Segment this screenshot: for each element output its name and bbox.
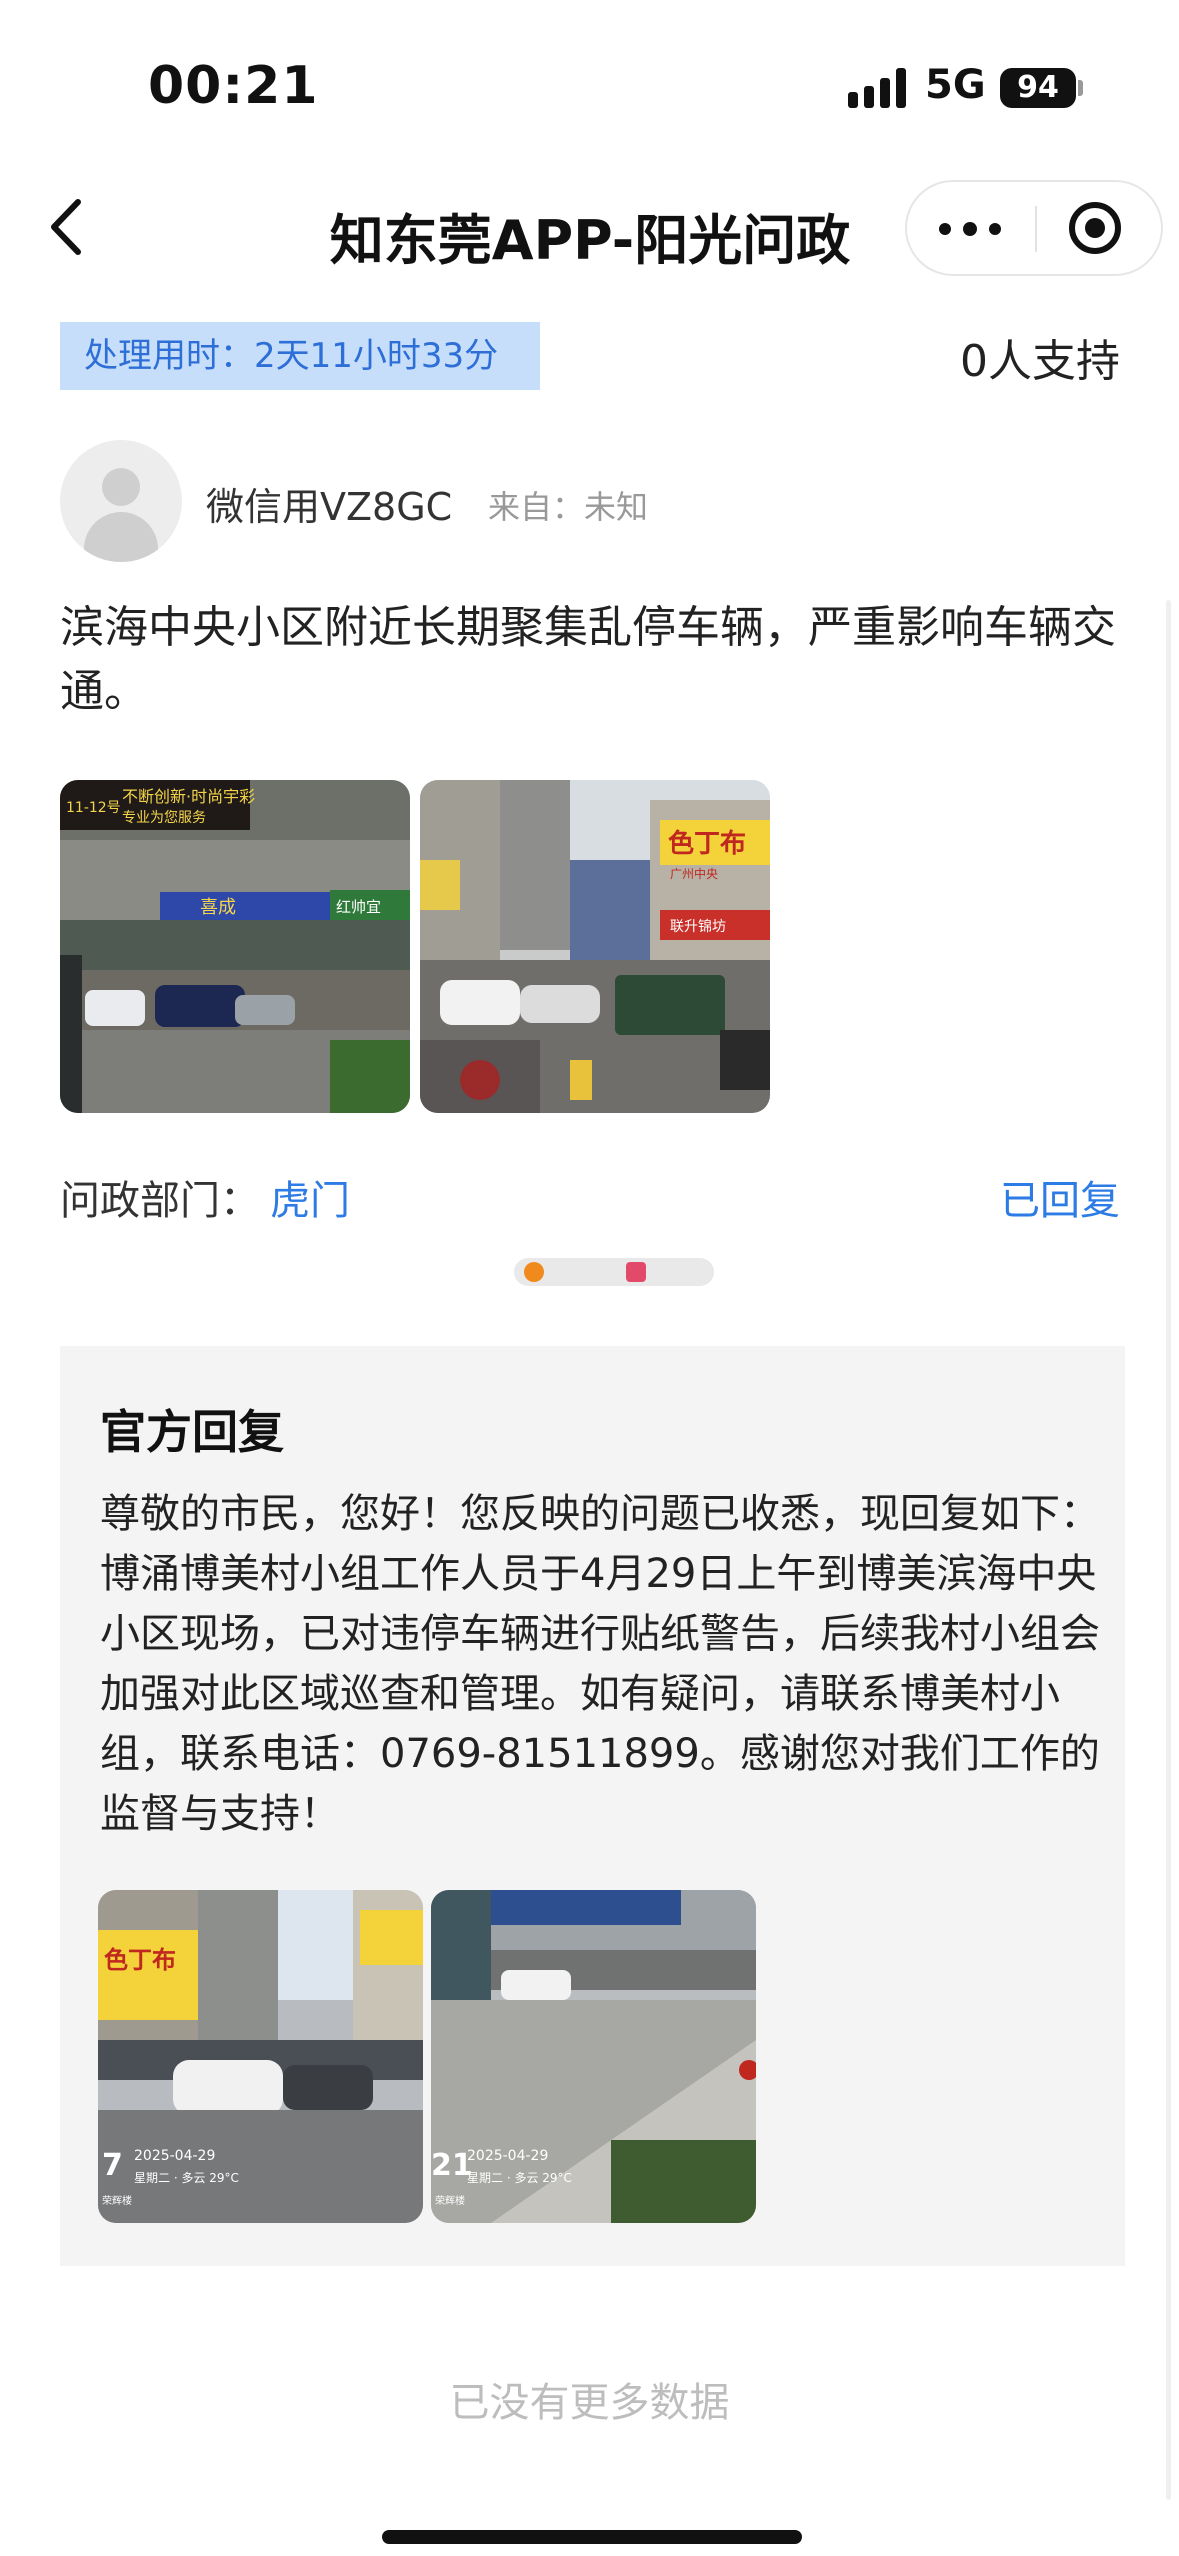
home-indicator[interactable] [382,2530,802,2544]
chevron-left-icon [51,199,81,255]
reply-photo[interactable]: 21 2025-04-29 星期二 · 多云 29°C 荣辉楼 [431,1890,756,2223]
svg-text:红帅宜: 红帅宜 [336,898,381,916]
avatar [60,440,182,562]
post-photo[interactable]: 色丁布 广州中央 联升锦坊 [420,780,770,1113]
svg-text:荣辉楼: 荣辉楼 [102,2194,132,2207]
app-logo-icon [626,1262,646,1282]
reply-text: 尊敬的市民，您好！您反映的问题已收悉，现回复如下：博涌博美村小组工作人员于4月2… [100,1491,1100,1837]
battery-tip [1078,80,1083,96]
process-time-tag: 处理用时：2天11小时33分 [60,322,540,390]
more-button[interactable] [907,182,1035,274]
miniprogram-capsule [905,180,1163,276]
svg-text:色丁布: 色丁布 [668,828,746,859]
svg-text:星期二 · 多云 29°C: 星期二 · 多云 29°C [134,2171,239,2185]
scrollbar[interactable] [1166,600,1171,2500]
svg-text:2025-04-29: 2025-04-29 [467,2148,548,2164]
user-name: 微信用VZ8GC [206,485,453,529]
department-label: 问政部门： [60,1178,260,1224]
official-reply: 官方回复 尊敬的市民，您好！您反映的问题已收悉，现回复如下：博涌博美村小组工作人… [60,1346,1125,2266]
user-source: 来自：未知 [488,488,649,526]
close-miniprogram-button[interactable] [1069,202,1121,254]
svg-text:广州中央: 广州中央 [670,866,718,881]
svg-text:喜成: 喜成 [200,897,236,918]
weibo-icon [524,1262,544,1282]
cellular-signal-icon [848,68,910,108]
svg-text:7: 7 [102,2148,123,2183]
nav-bar: 知东莞APP-阳光问政 [0,170,1179,290]
svg-text:不断创新·时尚宇彩: 不断创新·时尚宇彩 [122,787,255,806]
svg-text:2025-04-29: 2025-04-29 [134,2148,215,2164]
support-count[interactable]: 0人支持 [900,325,1120,389]
capsule-divider [1035,206,1037,252]
svg-text:星期二 · 多云 29°C: 星期二 · 多云 29°C [467,2171,572,2185]
svg-text:联升锦坊: 联升锦坊 [670,918,726,935]
svg-text:荣辉楼: 荣辉楼 [435,2194,465,2207]
post-photo[interactable]: 11-12号 不断创新·时尚宇彩 专业为您服务 喜成 红帅宜 [60,780,410,1113]
svg-text:11-12号: 11-12号 [66,800,121,816]
page-title: 知东莞APP-阳光问政 [329,209,851,272]
battery-icon: 94 [1000,68,1076,108]
back-button[interactable] [40,192,100,262]
post-content: 滨海中央小区附近长期聚集乱停车辆，严重影响车辆交通。 [60,602,1116,717]
svg-text:色丁布: 色丁布 [104,1946,176,1974]
no-more-data: 已没有更多数据 [449,2380,730,2426]
department-link[interactable]: 虎门 [270,1168,350,1226]
svg-text:专业为您服务: 专业为您服务 [122,809,206,826]
reply-title: 官方回复 [100,1405,284,1459]
watermark [514,1258,714,1286]
network-type: 5G [925,62,986,108]
status-badge: 已回复 [1000,1178,1120,1224]
reply-photo[interactable]: 色丁布 7 2025-04-29 星期二 · 多云 29°C 荣辉楼 [98,1890,423,2223]
status-time: 00:21 [148,56,319,116]
status-bar: 00:21 5G 94 [0,0,1179,170]
